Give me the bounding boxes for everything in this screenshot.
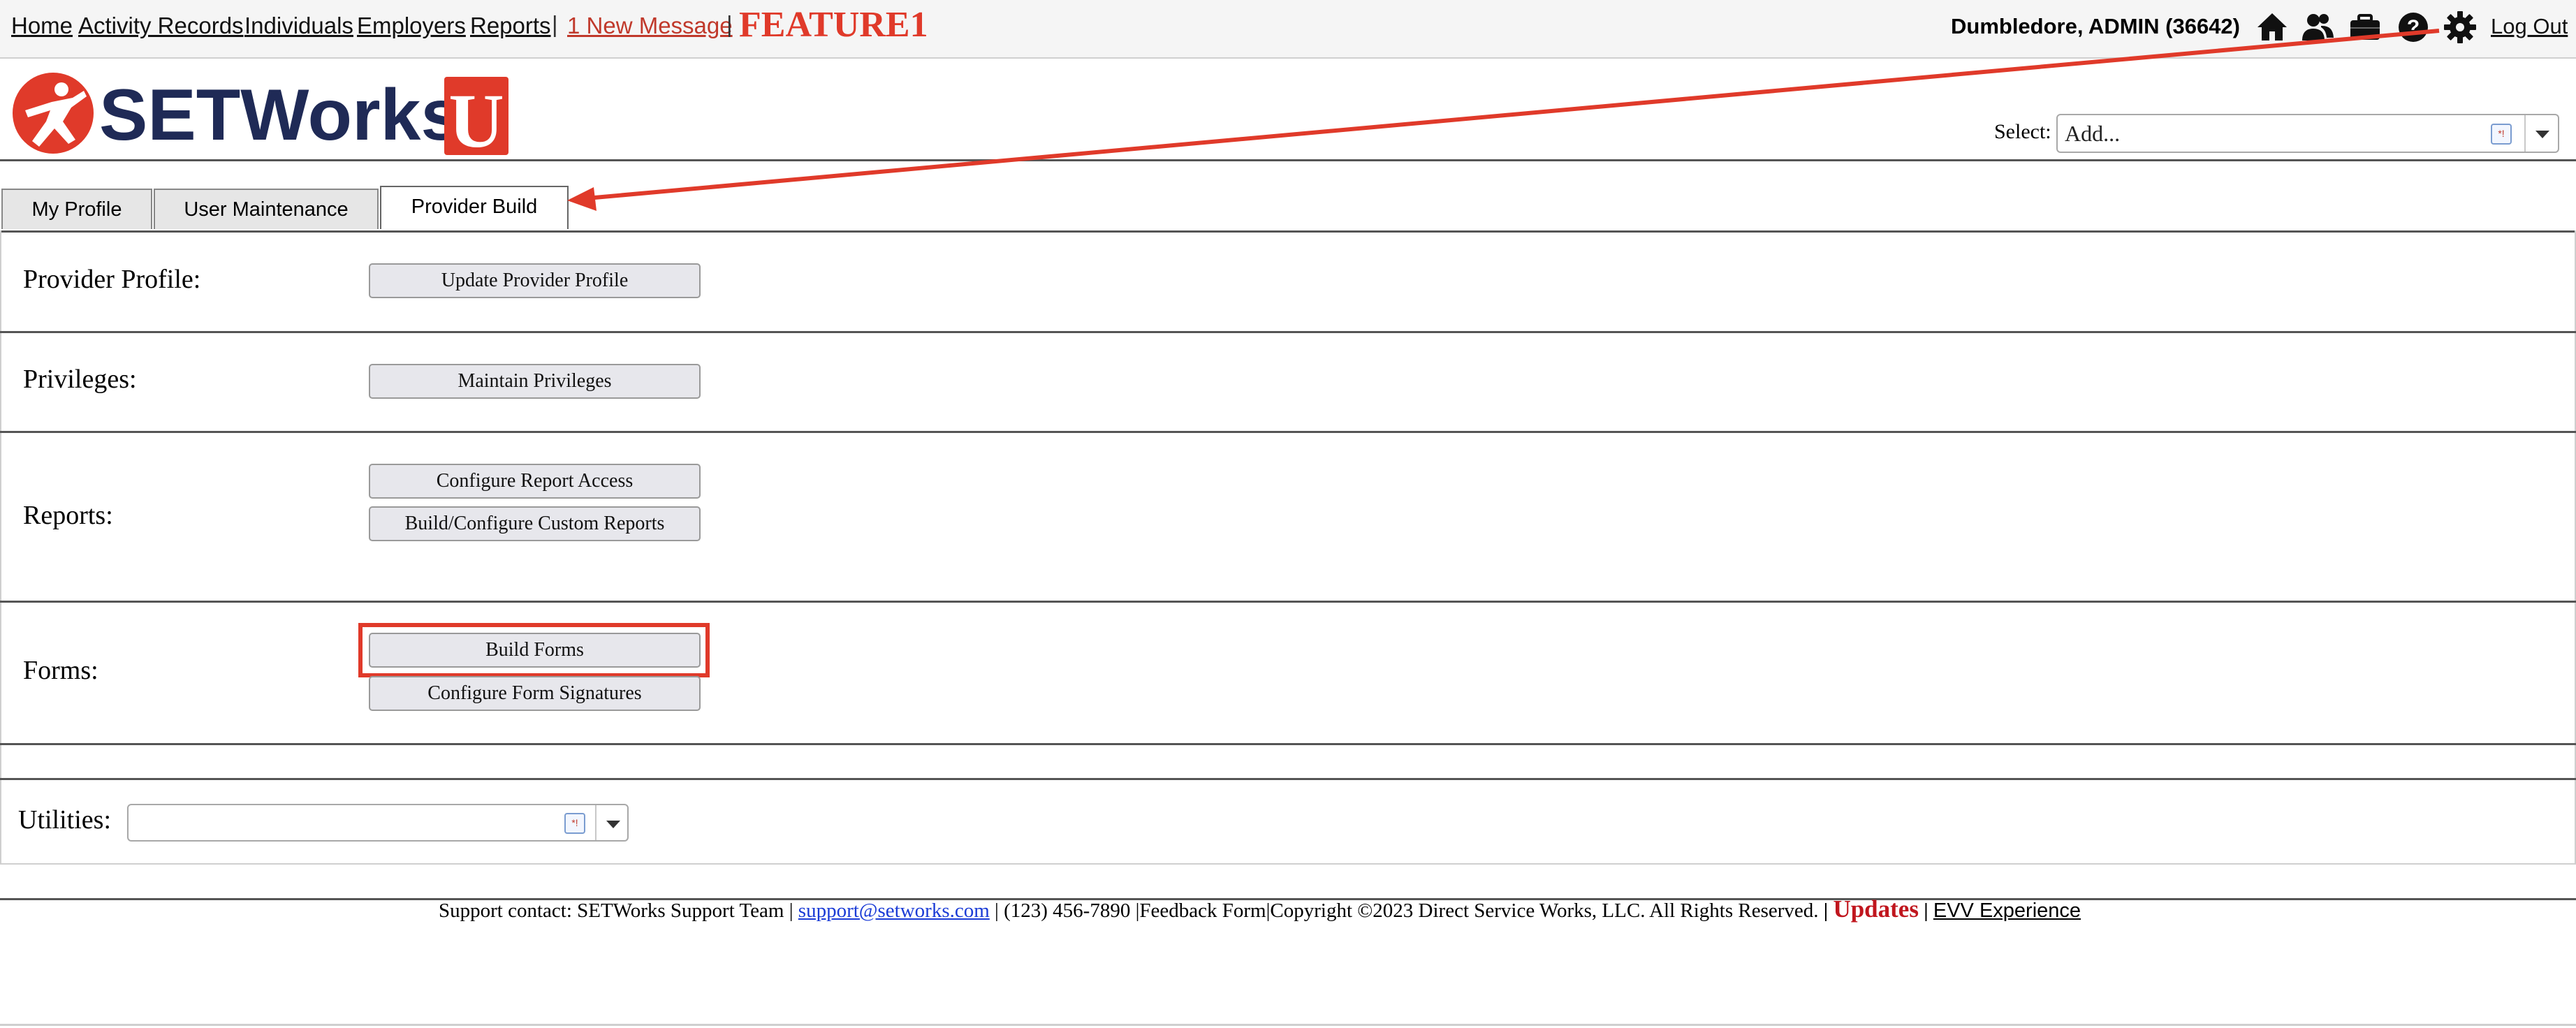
home-icon[interactable] [2255, 10, 2290, 45]
header-divider [0, 159, 2576, 161]
utilities-dropdown[interactable]: *! [127, 804, 629, 842]
forms-label: Forms: [23, 656, 98, 685]
privileges-label: Privileges: [23, 365, 137, 394]
current-user-label: Dumbledore, ADMIN (36642) [1951, 14, 2240, 38]
nav-employers-link[interactable]: Employers [357, 13, 466, 39]
nav-activity-records-link[interactable]: Activity Records [78, 13, 244, 39]
update-provider-profile-button[interactable]: Update Provider Profile [369, 263, 701, 298]
tab-provider-build[interactable]: Provider Build [380, 186, 569, 229]
reports-label: Reports: [23, 501, 113, 530]
maintain-privileges-button[interactable]: Maintain Privileges [369, 364, 701, 399]
briefcase-icon[interactable] [2348, 10, 2383, 45]
evv-experience-link[interactable]: EVV Experience [1933, 900, 2081, 922]
section-divider [0, 743, 2576, 745]
footer-copyright-text: | (123) 456-7890 |Feedback Form|Copyrigh… [989, 900, 1824, 922]
tab-user-maintenance[interactable]: User Maintenance [154, 189, 379, 229]
picker-icon[interactable]: *! [2491, 124, 2512, 145]
content-panel [0, 230, 2576, 865]
page-bottom-border [0, 1024, 2576, 1026]
chevron-down-icon[interactable] [595, 805, 631, 840]
nav-home-link[interactable]: Home [11, 13, 73, 39]
logo-text: SETWorks [99, 75, 461, 156]
svg-text:?: ? [2407, 16, 2420, 39]
updates-link[interactable]: Updates [1833, 895, 1919, 923]
top-nav-bar: Home Activity Records Individuals Employ… [0, 0, 2576, 59]
select-add-dropdown[interactable]: Add... *! [2056, 114, 2559, 153]
people-icon[interactable] [2300, 10, 2335, 45]
build-forms-highlight-box [358, 623, 710, 677]
new-message-link[interactable]: 1 New Message [567, 13, 733, 39]
logo-u-letter: U [448, 78, 504, 161]
footer-support-text: Support contact: SETWorks Support Team | [439, 900, 798, 922]
setworks-u-logo[interactable]: SETWorks U [11, 70, 514, 164]
section-divider [0, 331, 2576, 333]
settings-gear-icon[interactable] [2443, 10, 2478, 45]
nav-separator: | [552, 11, 558, 37]
footer-separator: | [1823, 900, 1829, 922]
section-divider [0, 778, 2576, 780]
feature-annotation-label: FEATURE1 [739, 5, 928, 45]
footer-separator: | [1924, 900, 1929, 922]
utilities-label: Utilities: [18, 805, 111, 835]
picker-icon[interactable]: *! [564, 813, 585, 834]
panel-bottom-border [0, 863, 2576, 865]
help-icon[interactable]: ? [2396, 10, 2431, 45]
support-email-link[interactable]: support@setworks.com [798, 900, 990, 922]
logout-link[interactable]: Log Out [2491, 14, 2568, 39]
build-configure-custom-reports-button[interactable]: Build/Configure Custom Reports [369, 506, 701, 541]
nav-individuals-link[interactable]: Individuals [244, 13, 353, 39]
configure-form-signatures-button[interactable]: Configure Form Signatures [369, 676, 701, 711]
select-add-value: Add... [2065, 121, 2121, 146]
provider-profile-label: Provider Profile: [23, 265, 201, 294]
configure-report-access-button[interactable]: Configure Report Access [369, 464, 701, 499]
select-label: Select: [1994, 120, 2051, 143]
section-divider [0, 601, 2576, 603]
section-divider [0, 431, 2576, 433]
footer: Support contact: SETWorks Support Team |… [439, 896, 2081, 924]
chevron-down-icon[interactable] [2524, 115, 2561, 152]
tab-my-profile[interactable]: My Profile [1, 189, 152, 229]
nav-separator: | [726, 11, 733, 37]
nav-reports-link[interactable]: Reports [470, 13, 551, 39]
